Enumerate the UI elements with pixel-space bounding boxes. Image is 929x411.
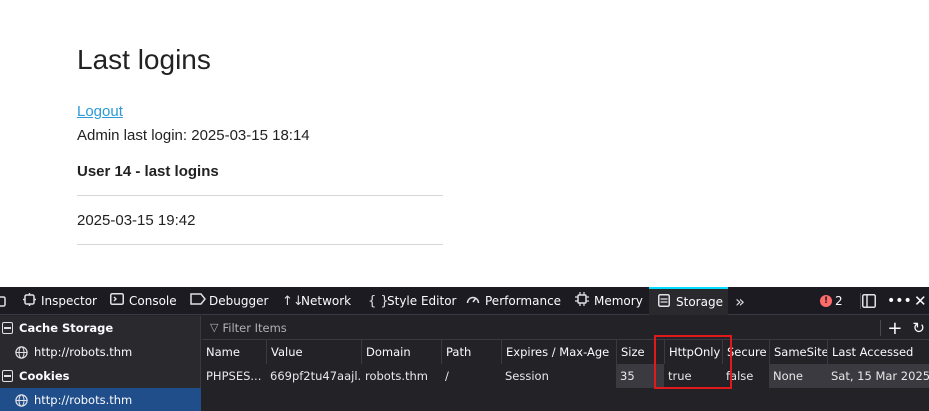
column-header-value[interactable]: Value xyxy=(266,340,361,364)
tab-label: Inspector xyxy=(41,294,97,308)
filter-input[interactable] xyxy=(222,320,823,335)
cell-expires: Session xyxy=(505,369,549,383)
tree-group-cache-storage[interactable]: Cache Storage xyxy=(0,316,201,340)
tab-label: Style Editor xyxy=(387,294,457,308)
cell-domain: robots.thm xyxy=(365,369,429,383)
column-header-domain[interactable]: Domain xyxy=(361,340,441,364)
debugger-icon xyxy=(190,293,206,309)
column-header-samesite[interactable]: SameSite xyxy=(769,340,827,364)
tab-inspector[interactable]: Inspector xyxy=(22,287,97,315)
tree-group-label: Cache Storage xyxy=(19,321,114,335)
cell-samesite: None xyxy=(769,364,827,388)
user-logins-heading: User 14 - last logins xyxy=(77,163,219,180)
tab-storage[interactable]: Storage xyxy=(649,287,728,315)
login-entry: 2025-03-15 19:42 xyxy=(77,212,196,229)
pick-element-icon[interactable] xyxy=(0,287,10,315)
tab-performance[interactable]: Performance xyxy=(466,287,561,315)
column-header-last-accessed[interactable]: Last Accessed xyxy=(827,340,929,364)
cell-path: / xyxy=(445,369,449,383)
divider xyxy=(880,320,882,336)
divider xyxy=(77,244,443,245)
filter-actions: + ↻ xyxy=(874,316,929,340)
filter-icon: ▽ xyxy=(210,321,219,334)
column-header-name[interactable]: Name xyxy=(202,340,266,364)
column-header-httponly[interactable]: HttpOnly xyxy=(664,340,722,364)
web-page: Last logins Logout Admin last login: 202… xyxy=(0,0,929,287)
tab-debugger[interactable]: Debugger xyxy=(190,287,268,315)
globe-icon xyxy=(15,393,28,407)
column-header-path[interactable]: Path xyxy=(441,340,501,364)
column-header-secure[interactable]: Secure xyxy=(722,340,769,364)
tree-group-label: Cookies xyxy=(19,369,70,383)
dock-side-icon[interactable] xyxy=(862,287,876,315)
memory-icon xyxy=(575,292,589,310)
admin-last-login: Admin last login: 2025-03-15 18:14 xyxy=(77,127,310,144)
error-icon: ! xyxy=(820,295,832,307)
tab-label: Performance xyxy=(485,294,562,308)
tab-console[interactable]: Console xyxy=(110,287,177,315)
cell-httponly: true xyxy=(668,369,692,383)
tab-label: Console xyxy=(129,294,177,308)
devtools-panel: Inspector Console Debugger ↑↓ Network { … xyxy=(0,287,929,411)
add-item-icon[interactable]: + xyxy=(887,318,902,339)
storage-sidebar: Cache Storage http://robots.thm Cookies … xyxy=(0,316,201,411)
more-tools-chevron-icon[interactable]: » xyxy=(733,287,747,315)
tab-network[interactable]: ↑↓ Network xyxy=(282,287,351,315)
tree-group-cookies[interactable]: Cookies xyxy=(0,364,201,388)
storage-group-icon xyxy=(2,370,13,382)
tree-item-cookies-robots[interactable]: http://robots.thm xyxy=(0,388,201,411)
globe-icon xyxy=(15,345,28,359)
inspector-icon xyxy=(22,292,36,310)
tree-item-label: http://robots.thm xyxy=(34,345,133,359)
tab-style-editor[interactable]: { } Style Editor xyxy=(368,287,456,315)
performance-icon xyxy=(466,293,480,309)
logout-link[interactable]: Logout xyxy=(77,103,123,120)
column-header-size[interactable]: Size xyxy=(616,340,664,364)
tree-item-label: http://robots.thm xyxy=(34,393,133,407)
column-header-expires[interactable]: Expires / Max-Age xyxy=(501,340,616,364)
tab-label: Network xyxy=(301,294,352,308)
cell-last-accessed: Sat, 15 Mar 2025 19... xyxy=(827,364,929,388)
close-icon[interactable]: ✕ xyxy=(914,287,927,315)
network-icon: ↑↓ xyxy=(282,293,304,309)
error-count: 2 xyxy=(835,294,843,308)
cell-name: PHPSES... xyxy=(206,369,262,383)
cookies-table-panel: ▽ + ↻ Name Value Domain Path Expires / M… xyxy=(202,316,929,411)
divider xyxy=(77,195,443,196)
storage-icon xyxy=(657,293,671,311)
cell-size: 35 xyxy=(616,364,664,388)
cell-value: 669pf2tu47aajl... xyxy=(270,369,361,383)
tab-label: Storage xyxy=(676,295,723,309)
filter-bar: ▽ + ↻ xyxy=(202,316,929,340)
error-count-badge[interactable]: ! 2 xyxy=(820,287,843,315)
storage-group-icon xyxy=(2,322,13,334)
page-title: Last logins xyxy=(77,44,211,75)
devtools-toolbar: Inspector Console Debugger ↑↓ Network { … xyxy=(0,287,929,315)
style-editor-icon: { } xyxy=(368,293,389,309)
console-icon xyxy=(110,293,124,309)
tree-item-cache-robots[interactable]: http://robots.thm xyxy=(0,340,201,364)
tab-label: Debugger xyxy=(209,294,269,308)
tab-label: Memory xyxy=(594,294,643,308)
refresh-icon[interactable]: ↻ xyxy=(912,319,925,337)
more-options-icon[interactable]: ••• xyxy=(887,287,912,315)
cell-secure: false xyxy=(726,369,754,383)
tab-memory[interactable]: Memory xyxy=(575,287,643,315)
